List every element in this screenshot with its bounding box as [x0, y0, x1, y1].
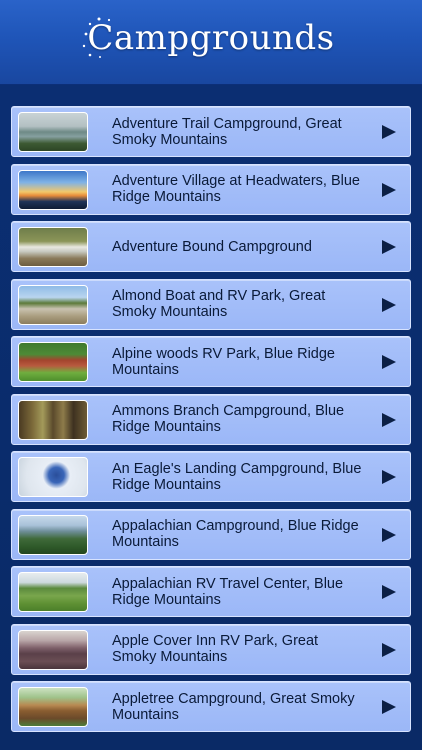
header-bar: Campgrounds — [0, 0, 422, 85]
list-item[interactable]: Appletree Campground, Great Smoky Mounta… — [11, 681, 411, 732]
list-item-label: Adventure Bound Campground — [112, 238, 312, 255]
list-item[interactable]: Appalachian Campground, Blue Ridge Mount… — [11, 508, 411, 560]
meadow-photo — [18, 572, 88, 612]
list-item-label: An Eagle's Landing Campground, Blue Ridg… — [112, 460, 362, 493]
list-item[interactable]: An Eagle's Landing Campground, Blue Ridg… — [11, 451, 411, 502]
forest-campsite-photo — [18, 399, 88, 440]
rv-park-photo — [18, 284, 88, 325]
list-item-label: Almond Boat and RV Park, Great Smoky Mou… — [112, 288, 326, 320]
chevron-right-icon[interactable] — [380, 698, 398, 716]
zipline-photo — [18, 457, 88, 497]
list-item-label: Appalachian Campground, Blue Ridge Mount… — [112, 518, 359, 550]
list-item[interactable]: Adventure Bound Campground — [11, 221, 411, 272]
list-item[interactable]: Appalachian RV Travel Center, Blue Ridge… — [11, 566, 411, 617]
chevron-right-icon[interactable] — [380, 123, 398, 141]
smoky-mountains-photo — [18, 629, 88, 670]
list-item[interactable]: Almond Boat and RV Park, Great Smoky Mou… — [11, 278, 411, 330]
page-title: Campgrounds — [87, 18, 335, 58]
campsite-trailer-photo — [18, 227, 88, 267]
list-item[interactable]: Adventure Village at Headwaters, Blue Ri… — [11, 163, 411, 215]
chevron-right-icon[interactable] — [380, 583, 398, 601]
chevron-right-icon[interactable] — [380, 468, 398, 486]
list-item[interactable]: Ammons Branch Campground, Blue Ridge Mou… — [11, 393, 411, 445]
list-item-label: Alpine woods RV Park, Blue Ridge Mountai… — [112, 345, 335, 378]
list-item-label: Appalachian RV Travel Center, Blue Ridge… — [112, 575, 344, 608]
list-item-label: Ammons Branch Campground, Blue Ridge Mou… — [112, 403, 345, 435]
list-item[interactable]: Adventure Trail Campground, Great Smoky … — [11, 106, 411, 157]
list-item-label: Appletree Campground, Great Smoky Mounta… — [112, 690, 355, 723]
treehouse-cabin-photo — [18, 687, 88, 727]
list-item-label: Adventure Village at Headwaters, Blue Ri… — [112, 173, 360, 205]
chevron-right-icon[interactable] — [380, 296, 398, 314]
list-item[interactable]: Alpine woods RV Park, Blue Ridge Mountai… — [11, 336, 411, 387]
list-item-label: Apple Cover Inn RV Park, Great Smoky Mou… — [112, 633, 319, 665]
sunset-ridge-photo — [18, 169, 88, 210]
cabin-garden-photo — [18, 342, 88, 382]
list-item[interactable]: Apple Cover Inn RV Park, Great Smoky Mou… — [11, 623, 411, 675]
chevron-right-icon[interactable] — [380, 181, 398, 199]
chevron-right-icon[interactable] — [380, 526, 398, 544]
list-item-label: Adventure Trail Campground, Great Smoky … — [112, 115, 342, 148]
chevron-right-icon[interactable] — [380, 641, 398, 659]
chevron-right-icon[interactable] — [380, 411, 398, 429]
chevron-right-icon[interactable] — [380, 238, 398, 256]
lake-mountain-photo — [18, 112, 88, 152]
chevron-right-icon[interactable] — [380, 353, 398, 371]
mountain-valley-photo — [18, 514, 88, 555]
